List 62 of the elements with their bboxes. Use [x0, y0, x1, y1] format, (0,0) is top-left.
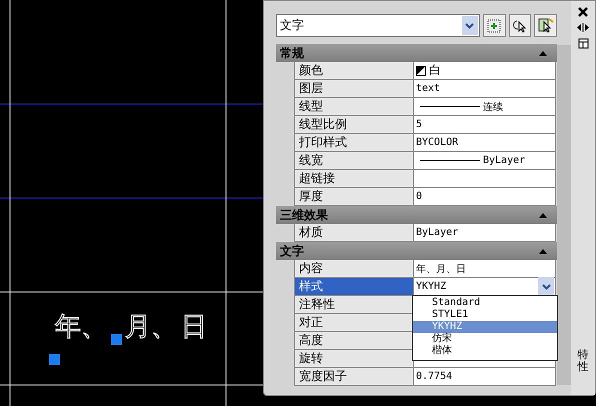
section-header[interactable]: 三维效果 — [276, 206, 557, 224]
property-name[interactable]: 宽度因子 — [294, 368, 414, 386]
value-text: YKYHZ — [416, 281, 446, 292]
scrollbar[interactable] — [557, 45, 571, 385]
property-name[interactable]: 线型比例 — [294, 116, 414, 134]
property-value[interactable]: text — [414, 80, 556, 98]
property-value[interactable]: 白 — [414, 62, 556, 80]
drawing-text: 月、 — [125, 314, 177, 340]
section-header[interactable]: 常规 — [276, 44, 557, 62]
property-value[interactable]: 连续 — [414, 98, 556, 116]
property-value[interactable]: ByLayer — [414, 152, 556, 170]
color-swatch-icon — [416, 66, 426, 76]
quick-select-icon — [538, 18, 554, 33]
property-name[interactable]: 超链接 — [294, 170, 414, 188]
property-value[interactable]: 0.7754 — [414, 368, 556, 386]
quick-select-button[interactable] — [534, 14, 558, 37]
property-name[interactable]: 高度 — [294, 332, 414, 350]
property-name[interactable]: 厚度 — [294, 188, 414, 206]
value-text: 0.7754 — [416, 371, 452, 382]
auto-hide-icon[interactable] — [577, 23, 589, 32]
properties-menu-icon[interactable] — [578, 38, 588, 49]
property-name[interactable]: 颜色 — [294, 62, 414, 80]
palette-title: 特性 — [578, 348, 588, 373]
property-name[interactable]: 打印样式 — [294, 134, 414, 152]
value-text: ByLayer — [416, 227, 458, 238]
grip-handle[interactable] — [111, 334, 122, 345]
line-sample-icon — [420, 106, 480, 107]
object-type-select[interactable]: 文字 — [276, 14, 480, 37]
value-text: 连续 — [483, 100, 503, 114]
property-value[interactable]: 年、月、日 — [414, 260, 556, 278]
property-name[interactable]: 图层 — [294, 80, 414, 98]
section-header[interactable]: 文字 — [276, 242, 557, 260]
chevron-icon — [462, 16, 478, 35]
drawing-text: 年、 — [55, 314, 107, 340]
property-value[interactable]: BYCOLOR — [414, 134, 556, 152]
value-text: 白 — [429, 62, 441, 79]
grip-handle[interactable] — [49, 354, 60, 365]
property-name[interactable]: 旋转 — [294, 350, 414, 368]
value-text: 0 — [416, 191, 422, 202]
property-value[interactable]: 0 — [414, 188, 556, 206]
property-name[interactable]: 对正 — [294, 314, 414, 332]
property-value[interactable]: ByLayer — [414, 224, 556, 242]
property-value[interactable]: 5 — [414, 116, 556, 134]
value-text: text — [416, 83, 440, 94]
value-text: BYCOLOR — [416, 137, 458, 148]
cursor-icon — [512, 18, 528, 33]
select-objects-button[interactable] — [508, 14, 532, 37]
property-name[interactable]: 线宽 — [294, 152, 414, 170]
value-text: 年、月、日 — [416, 262, 466, 276]
property-name[interactable]: 样式 — [294, 278, 414, 296]
property-name[interactable]: 注释性 — [294, 296, 414, 314]
property-name[interactable]: 材质 — [294, 224, 414, 242]
close-icon[interactable] — [578, 7, 588, 17]
property-name[interactable]: 线型 — [294, 98, 414, 116]
line-sample-icon — [420, 160, 480, 161]
property-name[interactable]: 内容 — [294, 260, 414, 278]
chevron-icon — [538, 277, 554, 296]
value-text: 5 — [416, 119, 422, 130]
toggle-pickadd-button[interactable] — [482, 14, 506, 37]
property-value[interactable] — [414, 170, 556, 188]
add-selection-icon — [487, 18, 502, 32]
value-text: ByLayer — [483, 155, 526, 166]
